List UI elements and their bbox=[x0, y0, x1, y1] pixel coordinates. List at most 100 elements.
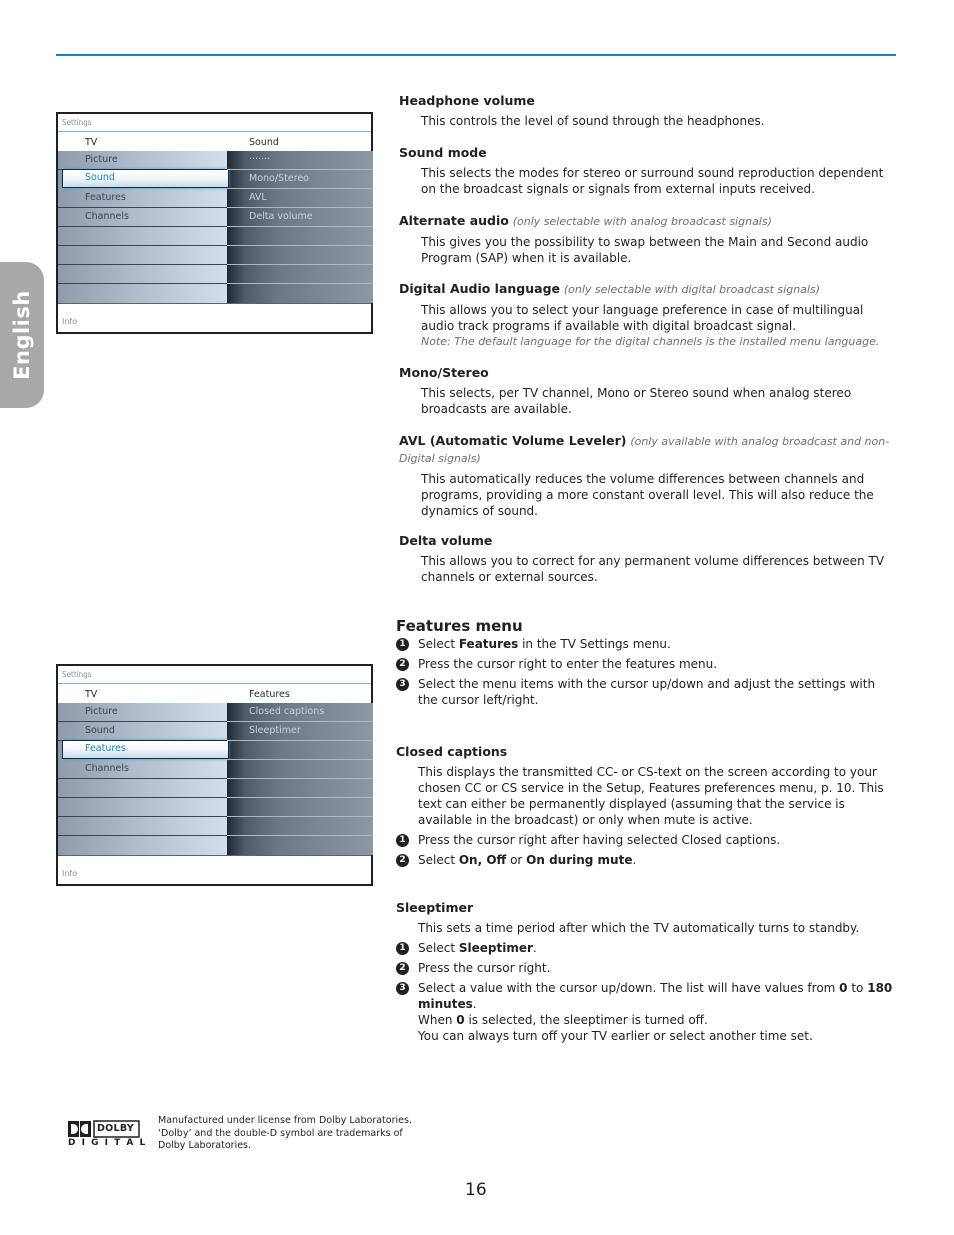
header-rule bbox=[56, 54, 896, 56]
language-tab: English bbox=[0, 262, 44, 408]
menu-item-empty bbox=[58, 779, 227, 798]
section-closed-captions: Closed captions This displays the transm… bbox=[396, 744, 894, 868]
menu-panes: Picture Sound Features Channels Closed c… bbox=[58, 703, 373, 856]
page-number: 16 bbox=[465, 1180, 487, 1200]
section-body: This allows you to select your language … bbox=[421, 303, 864, 333]
menu-item-empty bbox=[58, 227, 227, 246]
menu-header-right: Features bbox=[249, 689, 290, 700]
submenu-item-mono-stereo[interactable]: Mono/Stereo bbox=[227, 170, 373, 189]
cc-step-1: 1 Press the cursor right after having sel… bbox=[396, 832, 894, 848]
sleeptimer-step-3: 3 Select a value with the cursor up/down.… bbox=[396, 980, 894, 1012]
sleeptimer-step-1: 1 Select Sleeptimer. bbox=[396, 940, 894, 956]
step-number-icon: 1 bbox=[396, 638, 409, 651]
section-qualifier: (only selectable with analog broadcast s… bbox=[512, 215, 772, 228]
submenu-item-sleeptimer[interactable]: Sleeptimer bbox=[227, 722, 373, 741]
submenu-item-empty bbox=[227, 798, 373, 817]
menu-item-channels[interactable]: Channels bbox=[58, 760, 227, 779]
menu-settings-label: Settings bbox=[58, 666, 371, 684]
sleeptimer-note-turn-off: You can always turn off your TV earlier … bbox=[418, 1029, 813, 1043]
section-title: Headphone volume bbox=[399, 93, 535, 108]
menu-item-empty bbox=[58, 798, 227, 817]
submenu-item-empty bbox=[227, 779, 373, 798]
submenu-item-headphone-dots[interactable]: ······· bbox=[227, 151, 373, 170]
submenu-item-empty bbox=[227, 227, 373, 246]
section-sleeptimer: Sleeptimer This sets a time period after… bbox=[396, 900, 894, 1044]
submenu-item-empty bbox=[227, 741, 373, 760]
tv-menu-features: Settings TV Features Picture Sound Featu… bbox=[56, 664, 373, 886]
section-digital-audio-language: Digital Audio language (only selectable … bbox=[399, 281, 894, 350]
submenu-item-closed-captions[interactable]: Closed captions bbox=[227, 703, 373, 722]
section-features-menu: Features menu 1 Select Features in the TV… bbox=[396, 618, 894, 708]
step-number-icon: 1 bbox=[396, 942, 409, 955]
dolby-license-text: Manufactured under license from Dolby La… bbox=[158, 1115, 412, 1151]
menu-item-picture[interactable]: Picture bbox=[58, 703, 227, 722]
section-sound-mode: Sound mode This selects the modes for st… bbox=[399, 145, 894, 197]
submenu-item-empty bbox=[227, 246, 373, 265]
menu-header-row: TV Sound bbox=[58, 133, 371, 151]
menu-header-left: TV bbox=[85, 689, 98, 700]
sleeptimer-step-2: 2 Press the cursor right. bbox=[396, 960, 894, 976]
menu-info-label: Info bbox=[62, 869, 78, 878]
menu-settings-label: Settings bbox=[58, 114, 371, 132]
section-title: Sleeptimer bbox=[396, 900, 474, 915]
menu-header-row: TV Features bbox=[58, 685, 371, 703]
menu-item-empty bbox=[58, 246, 227, 265]
section-title: Delta volume bbox=[399, 533, 493, 548]
features-step-3: 3 Select the menu items with the cursor u… bbox=[396, 676, 894, 708]
menu-item-picture[interactable]: Picture bbox=[58, 151, 227, 170]
tv-menu-sound: Settings TV Sound Picture Sound Features… bbox=[56, 112, 373, 334]
menu-item-empty bbox=[58, 817, 227, 836]
section-body: This allows you to correct for any perma… bbox=[421, 554, 885, 584]
cc-step-2: 2 Select On, Off or On during mute. bbox=[396, 852, 894, 868]
section-title: Mono/Stereo bbox=[399, 365, 489, 380]
step-number-icon: 2 bbox=[396, 658, 409, 671]
step-number-icon: 1 bbox=[396, 834, 409, 847]
menu-item-features-selected[interactable]: Features bbox=[62, 740, 229, 759]
section-note: Note: The default language for the digit… bbox=[421, 335, 880, 348]
section-body: This controls the level of sound through… bbox=[421, 114, 765, 128]
section-avl: AVL (Automatic Volume Leveler) (only ava… bbox=[399, 433, 894, 519]
features-menu-title: Features menu bbox=[396, 617, 523, 635]
section-body: This gives you the possibility to swap b… bbox=[421, 235, 869, 265]
dolby-digital-logo: DOLBY D I G I T A L bbox=[68, 1120, 145, 1150]
submenu-item-empty bbox=[227, 760, 373, 779]
step-number-icon: 3 bbox=[396, 678, 409, 691]
menu-item-empty bbox=[58, 265, 227, 284]
menu-item-channels[interactable]: Channels bbox=[58, 208, 227, 227]
section-delta-volume: Delta volume This allows you to correct … bbox=[399, 533, 894, 585]
section-body: This displays the transmitted CC- or CS-… bbox=[418, 765, 884, 827]
features-step-2: 2 Press the cursor right to enter the fea… bbox=[396, 656, 894, 672]
menu-header-left: TV bbox=[85, 137, 98, 148]
features-step-1: 1 Select Features in the TV Settings menu… bbox=[396, 636, 894, 652]
language-tab-label: English bbox=[10, 290, 34, 380]
step-number-icon: 2 bbox=[396, 854, 409, 867]
menu-panes: Picture Sound Features Channels ······· … bbox=[58, 151, 373, 304]
submenu-item-delta-volume[interactable]: Delta volume bbox=[227, 208, 373, 227]
section-title: AVL (Automatic Volume Leveler) bbox=[399, 433, 627, 448]
section-body: This selects, per TV channel, Mono or St… bbox=[421, 386, 852, 416]
section-body: This selects the modes for stereo or sur… bbox=[421, 166, 884, 196]
submenu-item-avl[interactable]: AVL bbox=[227, 189, 373, 208]
section-mono-stereo: Mono/Stereo This selects, per TV channel… bbox=[399, 365, 894, 417]
section-title: Closed captions bbox=[396, 744, 508, 759]
section-qualifier: (only selectable with digital broadcast … bbox=[563, 283, 820, 296]
section-alternate-audio: Alternate audio (only selectable with an… bbox=[399, 213, 894, 266]
menu-item-features[interactable]: Features bbox=[58, 189, 227, 208]
menu-item-sound[interactable]: Sound bbox=[58, 722, 227, 741]
step-number-icon: 2 bbox=[396, 962, 409, 975]
step-number-icon: 3 bbox=[396, 982, 409, 995]
submenu-item-empty bbox=[227, 265, 373, 284]
menu-item-sound-selected[interactable]: Sound bbox=[62, 169, 229, 188]
menu-info-label: Info bbox=[62, 317, 78, 326]
section-headphone-volume: Headphone volume This controls the level… bbox=[399, 93, 894, 129]
section-title: Digital Audio language bbox=[399, 281, 561, 296]
menu-header-right: Sound bbox=[249, 137, 279, 148]
sleeptimer-note-zero: When 0 is selected, the sleeptimer is tu… bbox=[418, 1013, 708, 1027]
submenu-item-empty bbox=[227, 817, 373, 836]
section-body: This automatically reduces the volume di… bbox=[421, 472, 874, 518]
dolby-digital-text: D I G I T A L bbox=[68, 1138, 147, 1148]
section-title: Sound mode bbox=[399, 145, 487, 160]
section-title: Alternate audio bbox=[399, 213, 509, 228]
dolby-logo-text: DOLBY bbox=[97, 1123, 135, 1134]
section-body: This sets a time period after which the … bbox=[418, 921, 860, 935]
